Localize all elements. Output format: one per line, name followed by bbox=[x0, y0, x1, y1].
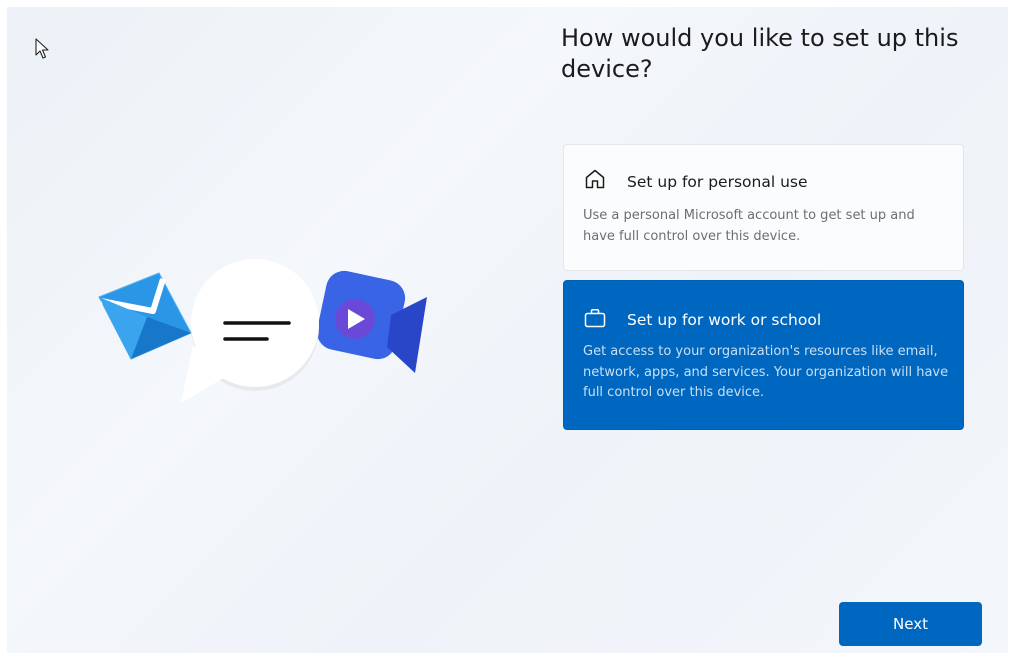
briefcase-icon bbox=[584, 309, 606, 328]
oobe-setup-screen: How would you like to set up this device… bbox=[7, 7, 1008, 653]
option-title: Set up for personal use bbox=[627, 173, 808, 191]
mail-icon bbox=[98, 272, 192, 360]
option-title: Set up for work or school bbox=[627, 311, 822, 329]
option-personal-use[interactable]: Set up for personal use Use a personal M… bbox=[563, 144, 964, 271]
option-work-or-school[interactable]: Set up for work or school Get access to … bbox=[563, 280, 964, 430]
page-title: How would you like to set up this device… bbox=[561, 24, 959, 83]
option-description: Get access to your organization's resour… bbox=[583, 344, 949, 400]
home-icon bbox=[585, 169, 605, 189]
chat-bubble-icon bbox=[181, 259, 319, 403]
option-description: Use a personal Microsoft account to get … bbox=[583, 208, 915, 244]
mouse-cursor-icon bbox=[35, 38, 49, 59]
next-button[interactable]: Next bbox=[839, 602, 982, 646]
video-camera-icon bbox=[316, 270, 427, 373]
setup-illustration bbox=[97, 255, 437, 415]
